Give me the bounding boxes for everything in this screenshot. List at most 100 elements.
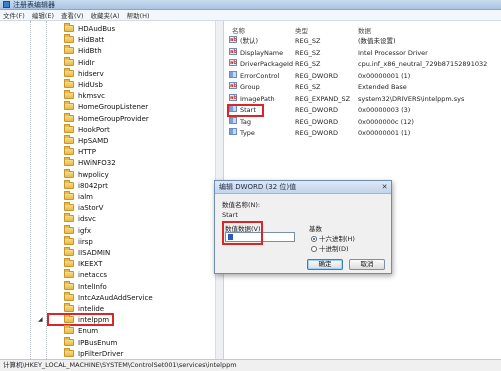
- cancel-button[interactable]: 取消: [349, 259, 385, 270]
- menu-help[interactable]: 帮助(H): [127, 10, 150, 20]
- tree-item-label: IntelInfo: [78, 282, 107, 291]
- column-name-header[interactable]: 名称: [232, 25, 245, 35]
- folder-icon: [64, 56, 74, 66]
- dialog-title: 编辑 DWORD (32 位)值: [219, 183, 297, 191]
- tree-key-item[interactable]: iaStorV: [0, 202, 223, 214]
- tree-item-label: HidBatt: [78, 36, 105, 45]
- tree-key-item[interactable]: IpFilterDriver: [0, 347, 223, 359]
- window-title: 注册表编辑器: [13, 1, 55, 9]
- folder-icon: [64, 269, 74, 279]
- tree-key-item[interactable]: HidUsb: [0, 79, 223, 91]
- tree-item-label: HDAudBus: [78, 25, 116, 33]
- tree-key-item[interactable]: iirsp: [0, 235, 223, 248]
- value-name-cell: Type: [240, 129, 255, 137]
- tree-key-item[interactable]: hkmsvc: [0, 90, 223, 102]
- tree-key-item[interactable]: i8042prt: [0, 179, 223, 192]
- radio-unselected-icon: [311, 246, 317, 252]
- expand-arrow-icon[interactable]: ◢: [38, 317, 43, 323]
- value-name-cell: DisplayName: [240, 48, 284, 57]
- folder-icon: [64, 157, 74, 167]
- tree-key-item[interactable]: HomeGroupListener: [0, 101, 223, 113]
- tree-item-label: IISADMIN: [78, 249, 111, 257]
- folder-icon: [64, 168, 74, 178]
- folder-icon: [64, 123, 74, 133]
- dword-value-icon: [229, 70, 237, 78]
- tree-item-label: Enum: [78, 327, 99, 336]
- edit-dword-dialog: 编辑 DWORD (32 位)值 ✕ 数值名称(N): Start 数值数据(V…: [214, 180, 392, 274]
- radio-hex[interactable]: 十六进制(H): [311, 233, 355, 243]
- menu-file[interactable]: 文件(F): [3, 10, 25, 20]
- tree-key-item[interactable]: hidserv: [0, 67, 223, 80]
- menu-edit[interactable]: 编辑(E): [32, 10, 54, 20]
- tree-item-label: i8042prt: [78, 181, 108, 190]
- tree-item-label: hwpolicy: [78, 170, 109, 179]
- menu-favorites[interactable]: 收藏夹(A): [91, 10, 120, 20]
- folder-icon: [64, 258, 74, 268]
- tree-item-label: igfx: [78, 226, 91, 235]
- value-row[interactable]: DriverPackageIdREG_SZ cpu.inf_x86_neutral…: [225, 58, 501, 70]
- tree-key-item[interactable]: HidIr: [0, 56, 223, 69]
- tree-key-item[interactable]: IntcAzAudAddService: [0, 291, 223, 304]
- string-value-icon: [229, 93, 237, 104]
- value-type-cell: REG_DWORD: [295, 106, 338, 114]
- tree-key-item[interactable]: HDAudBus: [0, 23, 223, 35]
- folder-icon: [64, 179, 74, 189]
- folder-icon: [64, 202, 74, 212]
- tree-key-item[interactable]: HWiNFO32: [0, 157, 223, 169]
- regedit-app-icon: [3, 1, 10, 8]
- menu-bar: 文件(F) 编辑(E) 查看(V) 收藏夹(A) 帮助(H): [0, 10, 501, 21]
- value-row[interactable]: ErrorControl REG_DWORD 0x00000001 (1): [225, 70, 501, 82]
- tree-key-item[interactable]: hwpolicy: [0, 168, 223, 181]
- tree-key-item[interactable]: ialm: [0, 191, 223, 203]
- tree-item-label: HWiNFO32: [78, 159, 116, 168]
- folder-icon: [64, 347, 74, 357]
- value-data-cell: Extended Base: [358, 83, 407, 91]
- folder-icon: [64, 213, 74, 223]
- value-name-cell: ErrorControl: [240, 71, 280, 80]
- tree-key-item[interactable]: HomeGroupProvider: [0, 112, 223, 125]
- radio-dec-label: 十进制(D): [319, 245, 349, 253]
- value-row[interactable]: Type REG_DWORD 0x00000001 (1): [225, 128, 501, 139]
- tree-subkey-item[interactable]: Enum: [0, 325, 223, 337]
- value-name-cell: Tag: [240, 117, 252, 126]
- column-data-header[interactable]: 数据: [358, 25, 371, 35]
- value-row[interactable]: Start REG_DWORD 0x00000003 (3): [225, 105, 501, 116]
- value-row[interactable]: DisplayName REG_SZ Intel Processor Driver: [225, 47, 501, 59]
- tree-key-item[interactable]: HidBth: [0, 45, 223, 57]
- value-row[interactable]: Tag REG_DWORD 0x0000000c (12): [225, 116, 501, 128]
- dword-value-icon: [229, 116, 237, 124]
- tree-key-item[interactable]: IntelInfo: [0, 280, 223, 293]
- tree-item-label: HTTP: [78, 148, 96, 157]
- value-row[interactable]: Group REG_SZ Extended Base: [225, 81, 501, 93]
- value-data-cell: 0x00000001 (1): [358, 129, 411, 137]
- list-header: 名称 类型 数据: [225, 25, 501, 35]
- tree-item-label: IKEEXT: [78, 260, 103, 269]
- tree-key-item[interactable]: HookPort: [0, 123, 223, 136]
- value-data-cell: 0x00000001 (1): [358, 71, 411, 80]
- tree-key-item[interactable]: inetaccs: [0, 269, 223, 281]
- tree-key-item[interactable]: igfx: [0, 224, 223, 237]
- value-type-cell: REG_DWORD: [295, 117, 338, 126]
- status-bar-path: 计算机\HKEY_LOCAL_MACHINE\SYSTEM\ControlSet…: [0, 359, 501, 371]
- close-icon[interactable]: ✕: [380, 183, 389, 191]
- tree-key-item[interactable]: HidBatt: [0, 34, 223, 46]
- value-data-cell: Intel Processor Driver: [358, 48, 428, 57]
- registry-key-tree[interactable]: HDAudBus HidBatt HidBth HidIr hidserv HidUsb h…: [0, 21, 224, 359]
- folder-icon: [64, 247, 74, 256]
- tree-key-item[interactable]: IPBusEnum: [0, 336, 223, 349]
- value-row[interactable]: (默认) REG_SZ (数值未设置): [225, 35, 501, 47]
- value-row[interactable]: ImagePath REG_EXPAND_SZ system32\DRIVERS\i…: [225, 93, 501, 105]
- radio-dec[interactable]: 十进制(D): [311, 243, 349, 253]
- tree-key-item[interactable]: HpSAMD: [0, 135, 223, 147]
- folder-icon: [64, 79, 74, 88]
- folder-icon: [64, 23, 74, 32]
- column-type-header[interactable]: 类型: [295, 25, 308, 35]
- tree-key-item[interactable]: IISADMIN: [0, 247, 223, 259]
- menu-view[interactable]: 查看(V): [61, 10, 84, 20]
- value-type-cell: REG_DWORD: [295, 129, 338, 137]
- tree-key-item[interactable]: IKEEXT: [0, 258, 223, 270]
- value-data-cell: (数值未设置): [358, 37, 396, 45]
- tree-key-item[interactable]: idsvc: [0, 213, 223, 225]
- ok-button[interactable]: 确定: [307, 259, 343, 270]
- tree-key-item[interactable]: HTTP: [0, 146, 223, 158]
